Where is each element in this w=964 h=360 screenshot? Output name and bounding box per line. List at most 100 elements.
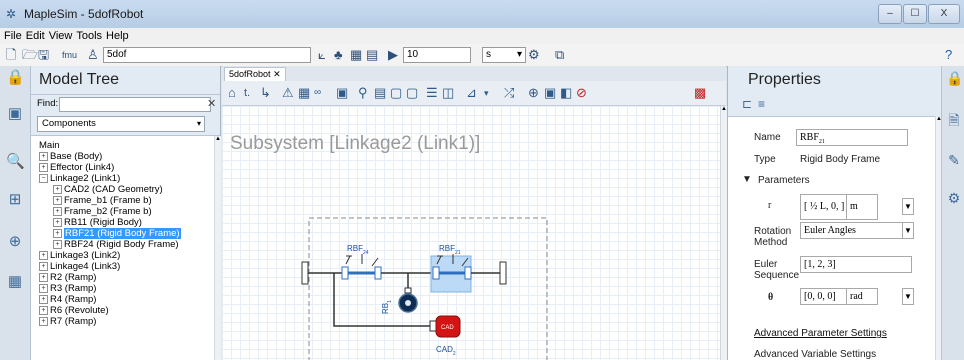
- expand-icon[interactable]: +: [39, 151, 48, 161]
- collapse-icon[interactable]: ▼: [742, 174, 752, 185]
- home-icon[interactable]: ⌂: [228, 85, 236, 101]
- search-doc-icon[interactable]: 🔍: [6, 152, 25, 170]
- snapshot-icon[interactable]: ⧉: [555, 47, 564, 63]
- theta-unit-dropdown[interactable]: ▼: [902, 288, 914, 305]
- euler-sequence-field[interactable]: [1, 2, 3]: [800, 256, 912, 273]
- zoom-box-icon[interactable]: ▢: [390, 85, 402, 101]
- expand-icon[interactable]: +: [39, 294, 48, 304]
- tree-item[interactable]: − Linkage2 (Link1): [39, 173, 120, 184]
- tree-item[interactable]: + R4 (Ramp): [39, 294, 96, 305]
- tree-item[interactable]: + Frame_b2 (Frame b): [53, 206, 152, 217]
- cad-port[interactable]: [429, 320, 437, 332]
- advanced-variable-settings-link[interactable]: Advanced Variable Settings: [754, 349, 876, 360]
- model-tree-icon[interactable]: ⊞: [6, 190, 24, 208]
- menu-tools[interactable]: Tools: [76, 28, 106, 44]
- lock-icon[interactable]: 🔒: [946, 70, 963, 87]
- align-icon[interactable]: ☰: [426, 85, 438, 101]
- grid-icon[interactable]: ▦: [350, 47, 362, 63]
- flip-icon[interactable]: ⤮: [504, 85, 514, 101]
- up-level-icon[interactable]: t.: [244, 85, 250, 101]
- tag-icon[interactable]: ⊏: [742, 97, 752, 111]
- snap-icon[interactable]: ◫: [442, 85, 454, 101]
- subsystem-icon[interactable]: ▣: [544, 85, 556, 101]
- tree-item[interactable]: + R3 (Ramp): [39, 283, 96, 294]
- library-view-icon[interactable]: ▦: [298, 85, 310, 101]
- return-icon[interactable]: ↳: [260, 85, 271, 101]
- expand-icon[interactable]: +: [39, 316, 48, 326]
- find-input[interactable]: [59, 97, 211, 112]
- tree-item[interactable]: + Effector (Link4): [39, 162, 114, 173]
- rotation-method-dropdown[interactable]: ▼: [902, 222, 914, 239]
- table-icon[interactable]: ▦: [6, 272, 24, 290]
- tree-scrollbar[interactable]: ▲: [214, 136, 221, 360]
- frame-b2-port[interactable]: [499, 261, 507, 285]
- components-filter-select[interactable]: Components ▾: [37, 116, 205, 132]
- name-field[interactable]: RBF21: [796, 129, 908, 146]
- attachments-icon[interactable]: ⊕: [6, 232, 24, 250]
- new-icon[interactable]: 🗋: [6, 47, 16, 63]
- tab-close-icon[interactable]: ✕: [273, 69, 281, 79]
- disable-icon[interactable]: ⊘: [576, 85, 587, 101]
- fmu-icon[interactable]: fmu: [62, 47, 77, 63]
- expand-icon[interactable]: +: [39, 261, 48, 271]
- minimize-button[interactable]: –: [878, 4, 902, 24]
- document-icon[interactable]: 🗎: [946, 110, 962, 134]
- menu-edit[interactable]: Edit: [26, 28, 49, 44]
- user-icon[interactable]: ♙: [87, 47, 99, 63]
- add-port-icon[interactable]: ⊕: [528, 85, 539, 101]
- save-icon[interactable]: 🖫: [38, 47, 49, 63]
- list-icon[interactable]: ≡: [758, 97, 765, 111]
- tree-item[interactable]: + Linkage3 (Link2): [39, 250, 120, 261]
- expand-icon[interactable]: +: [39, 162, 48, 172]
- expand-icon[interactable]: +: [53, 228, 62, 238]
- tree-layout-icon[interactable]: ⚲: [358, 85, 368, 101]
- library-icon[interactable]: ▣: [6, 104, 24, 122]
- expand-icon[interactable]: +: [53, 195, 62, 205]
- tree-item[interactable]: + RBF21 (Rigid Body Frame): [53, 228, 181, 239]
- tree-item[interactable]: + Base (Body): [39, 151, 102, 162]
- route-icon[interactable]: ⊿: [466, 85, 477, 101]
- rbf21-right-port[interactable]: [464, 266, 472, 280]
- group-icon[interactable]: ♣: [334, 47, 343, 63]
- rbf24-left-port[interactable]: [341, 266, 349, 280]
- tree-item[interactable]: + RB11 (Rigid Body): [53, 217, 142, 228]
- menu-file[interactable]: File: [4, 28, 26, 44]
- rotation-method-select[interactable]: Euler Angles: [800, 222, 908, 239]
- r-unit-dropdown[interactable]: ▼: [902, 198, 914, 215]
- lock-icon[interactable]: 🔒: [6, 68, 25, 86]
- component-icon[interactable]: ⚠: [282, 85, 294, 101]
- expand-icon[interactable]: +: [53, 217, 62, 227]
- settings-icon[interactable]: ⚙: [528, 47, 540, 63]
- tree-item[interactable]: + R6 (Revolute): [39, 305, 109, 316]
- close-button[interactable]: X: [928, 4, 960, 24]
- save-view-icon[interactable]: ▣: [336, 85, 348, 101]
- time-unit-select[interactable]: s ▾: [482, 47, 526, 63]
- theta-unit-field[interactable]: rad: [846, 288, 878, 305]
- tree-item[interactable]: + Linkage4 (Link3): [39, 261, 120, 272]
- tab-5dofrobot[interactable]: 5dofRobot ✕: [224, 67, 286, 81]
- canvas-scrollbar[interactable]: ▲: [720, 106, 727, 360]
- expand-icon[interactable]: +: [53, 184, 62, 194]
- expand-icon[interactable]: +: [39, 250, 48, 260]
- tree-item[interactable]: + R7 (Ramp): [39, 316, 96, 327]
- simulation-time-field[interactable]: 10: [403, 47, 471, 63]
- advanced-parameter-settings-link[interactable]: Advanced Parameter Settings: [754, 328, 887, 339]
- clear-find-icon[interactable]: ✕: [207, 97, 216, 110]
- collapse-icon[interactable]: −: [39, 173, 48, 183]
- tools-icon[interactable]: ⚙: [946, 190, 962, 207]
- tree-item[interactable]: + Frame_b1 (Frame b): [53, 195, 152, 206]
- multibody-view-icon[interactable]: ▩: [694, 85, 706, 101]
- maximize-button[interactable]: ☐: [903, 4, 927, 24]
- math-icon[interactable]: ∞: [314, 85, 321, 101]
- wrench-icon[interactable]: ✎: [946, 152, 962, 169]
- theta-field[interactable]: [0, 0, 0]: [800, 288, 850, 305]
- properties-icon[interactable]: ▤: [374, 85, 386, 101]
- frame-b1-port[interactable]: [301, 261, 309, 285]
- expand-icon[interactable]: +: [53, 239, 62, 249]
- scroll-up-icon[interactable]: ▲: [215, 136, 221, 142]
- r-vector-field[interactable]: [ ½ L, 0, ]: [800, 194, 850, 220]
- expand-icon[interactable]: +: [39, 283, 48, 293]
- route-chevron-icon[interactable]: ▾: [484, 85, 489, 101]
- tree-item[interactable]: + CAD2 (CAD Geometry): [53, 184, 163, 195]
- zoom-fit-icon[interactable]: ▢: [406, 85, 418, 101]
